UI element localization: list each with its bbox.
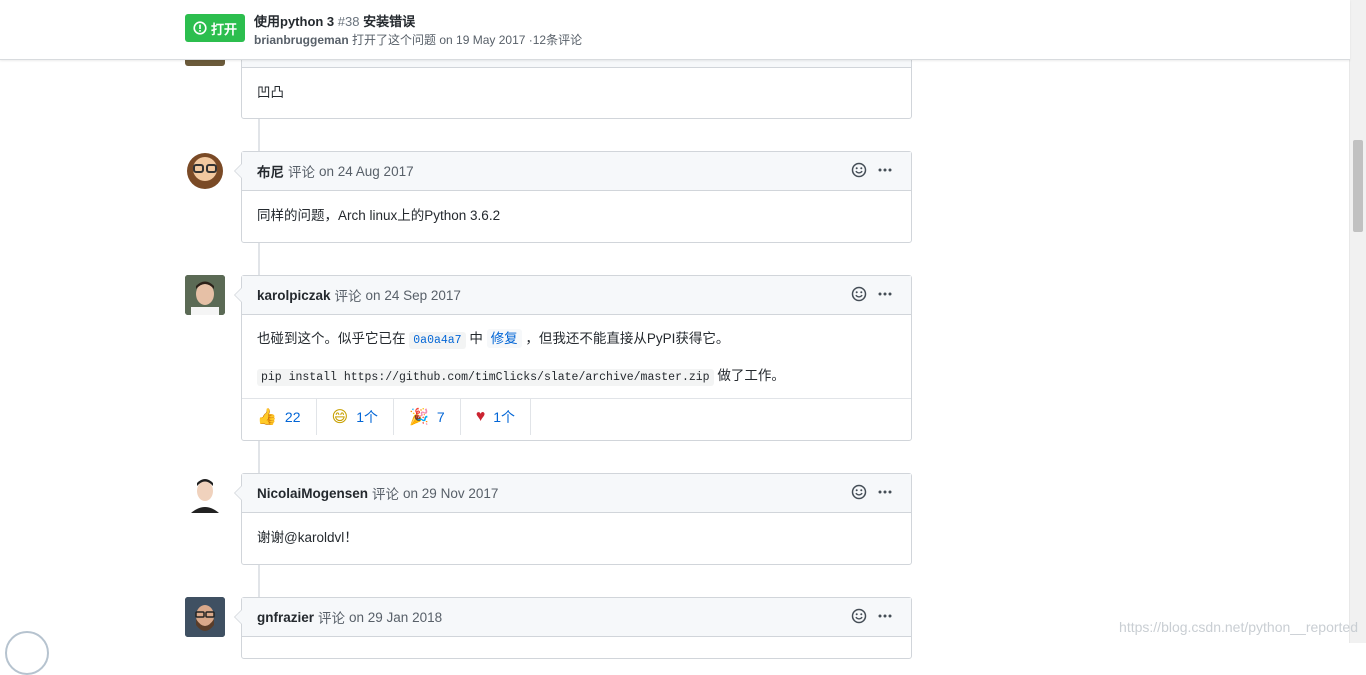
avatar-image [185,597,225,637]
issue-title: 使用python 3 #38 安装错误 [254,11,415,30]
fix-link[interactable]: 修复 [486,329,522,348]
comment-text: 凹凸 [257,85,284,100]
issue-author-link[interactable]: brianbruggeman [254,33,349,47]
comment-header: karolpiczak 评论 on 24 Sep 2017 [242,276,911,315]
reaction-hooray[interactable]: 🎉 7 [394,399,461,435]
more-options-icon[interactable] [877,608,893,627]
text-segment: 也碰到这个。似乎它已在 [257,331,406,346]
vertical-scrollbar[interactable] [1349,0,1366,643]
issue-title-suffix: 安装错误 [363,14,416,29]
reaction-count: 22 [284,409,301,425]
comment-date[interactable]: on 24 Sep 2017 [366,288,461,303]
issue-title-text: 使用python 3 [254,14,335,29]
reactions-bar: 👍 22 😄 1个 🎉 7 ♥ 1个 [242,398,911,435]
add-reaction-icon[interactable] [851,608,867,627]
comment-header: gnfrazier 评论 on 29 Jan 2018 [242,598,911,637]
more-options-icon[interactable] [877,484,893,503]
comment-author[interactable]: 布尼 [257,161,284,181]
issue-meta-text: 打开了这个问题 on 19 May 2017 ·12条评论 [352,33,583,47]
issue-state-badge: 打开 [185,14,245,42]
reaction-laugh[interactable]: 😄 1个 [317,399,394,435]
issue-state-label: 打开 [210,21,237,37]
reaction-count: 7 [436,409,445,425]
sticky-issue-header: 打开 使用python 3 #38 安装错误 brianbruggeman 打开… [0,0,1350,60]
comment-body: 同样的问题，Arch linux上的Python 3.6.2 [242,191,911,241]
comment-card: 布尼 评论 on 24 Aug 2017 同样的问题，Arch linux上的P… [234,151,912,243]
comment-body: 凹凸 [242,68,911,118]
add-reaction-icon[interactable] [851,484,867,503]
reaction-heart[interactable]: ♥ 1个 [461,399,531,435]
add-reaction-icon[interactable] [851,162,867,181]
comment-header: NicolaiMogensen 评论 on 29 Nov 2017 [242,474,911,513]
comment-card: NicolaiMogensen 评论 on 29 Nov 2017 谢谢@kar… [234,473,912,565]
comment-verb: 评论 [288,165,315,180]
more-options-icon[interactable] [877,286,893,305]
comment-header: 布尼 评论 on 24 Aug 2017 [242,152,911,191]
comment-date[interactable]: on 24 Aug 2017 [319,164,414,179]
comment-author[interactable]: gnfrazier [257,610,314,625]
comment-body: 也碰到这个。似乎它已在 0a0a4a7 中 修复 ，但我还不能直接从PyPI获得… [242,315,911,398]
issue-open-icon [193,21,207,35]
reaction-count: 1个 [356,409,378,425]
comment-text: 同样的问题，Arch linux上的Python 3.6.2 [257,208,501,223]
avatar-image [185,473,225,513]
reaction-count: 1个 [493,409,515,425]
comment-verb: 评论 [318,611,346,626]
avatar-image [187,153,223,189]
watermark: https://blog.csdn.net/python__reported [1119,619,1358,635]
comment-card: karolpiczak 评论 on 24 Sep 2017 也碰到这个。似乎它已… [234,275,912,441]
hooray-icon: 🎉 [408,409,429,426]
comment-card: gnfrazier 评论 on 29 Jan 2018 [234,597,912,659]
laugh-icon: 😄 [331,409,349,426]
comment-verb: 评论 [334,289,362,304]
issue-number: #38 [337,14,360,29]
add-reaction-icon[interactable] [851,286,867,305]
text-segment: 做了工作。 [717,368,785,383]
comment-line: 也碰到这个。似乎它已在 0a0a4a7 中 修复 ，但我还不能直接从PyPI获得… [257,329,896,351]
avatar[interactable] [185,597,225,637]
reaction-thumbs-up[interactable]: 👍 22 [242,399,317,435]
comment-date[interactable]: on 29 Nov 2017 [403,486,498,501]
more-options-icon[interactable] [877,162,893,181]
comment-text: 谢谢@karoldvl！ [257,530,358,545]
thumbs-up-icon: 👍 [257,409,277,426]
comment-body: 谢谢@karoldvl！ [242,513,911,563]
comment-date[interactable]: on 29 Jan 2018 [349,610,442,625]
avatar[interactable] [185,473,225,513]
comment-author[interactable]: karolpiczak [257,288,331,303]
avatar[interactable] [185,151,225,191]
avatar[interactable] [185,275,225,315]
text-segment: 中 [469,331,483,346]
floating-avatar[interactable] [5,631,49,675]
comment-line: pip install https://github.com/timClicks… [257,366,896,388]
avatar-image [185,275,225,315]
commit-sha-link[interactable]: 0a0a4a7 [409,332,466,349]
scrollbar-thumb[interactable] [1353,140,1363,232]
comment-author[interactable]: NicolaiMogensen [257,486,368,501]
issue-meta: brianbruggeman 打开了这个问题 on 19 May 2017 ·1… [254,31,582,48]
comment-verb: 评论 [372,487,400,502]
code-snippet: pip install https://github.com/timClicks… [257,369,714,386]
text-segment: ，但我还不能直接从PyPI获得它。 [525,331,730,346]
heart-icon: ♥ [475,408,486,425]
